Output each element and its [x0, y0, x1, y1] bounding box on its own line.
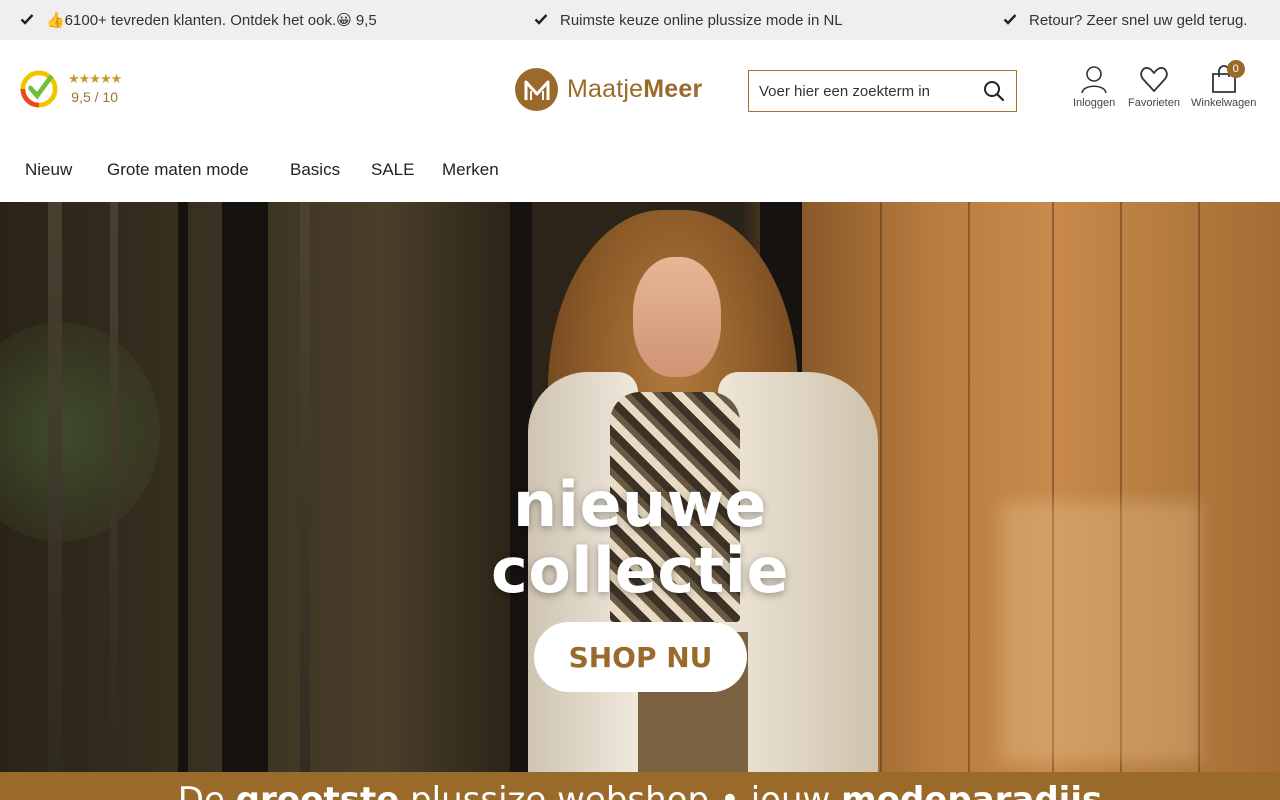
usp-item: Retour? Zeer snel uw geld terug.: [1003, 0, 1247, 40]
usp-bar: 👍6100+ tevreden klanten. Ontdek het ook.…: [0, 0, 1280, 40]
main-nav: Nieuw Grote maten mode Basics SALE Merke…: [0, 140, 1280, 202]
tagline-part1: De: [177, 780, 236, 800]
user-icon: [1081, 66, 1107, 94]
login-label: Inloggen: [1073, 97, 1116, 109]
nav-item-basics[interactable]: Basics: [290, 160, 340, 180]
tagline-text: De grootste plussize webshop • jouw mode…: [0, 780, 1280, 800]
hero-title: nieuwe collectie: [0, 472, 1280, 604]
heart-icon: [1140, 67, 1168, 92]
cart-button[interactable]: 0 Winkelwagen: [1191, 60, 1257, 109]
logo-text-part1: Maatje: [567, 75, 644, 103]
nav-item-nieuw[interactable]: Nieuw: [25, 160, 72, 180]
check-icon: [534, 12, 550, 28]
nav-item-sale[interactable]: SALE: [371, 160, 414, 180]
search-icon[interactable]: [982, 79, 1006, 103]
site-header: ★★★★★ 9,5 / 10 MaatjeMeer Inloggen Favor…: [0, 40, 1280, 140]
tagline-part4: modeparadijs: [841, 780, 1103, 800]
favorites-label: Favorieten: [1128, 97, 1180, 109]
rating-score: 9,5 / 10: [71, 89, 118, 105]
hero-banner[interactable]: nieuwe collectie SHOP NU: [0, 202, 1280, 772]
rating-stars: ★★★★★: [68, 71, 122, 86]
nav-item-merken[interactable]: Merken: [442, 160, 499, 180]
cart-label: Winkelwagen: [1191, 97, 1257, 109]
search-box: [748, 70, 1017, 112]
usp-text: Retour? Zeer snel uw geld terug.: [1029, 11, 1248, 29]
hero-title-line2: collectie: [490, 534, 790, 607]
rating-widget[interactable]: ★★★★★ 9,5 / 10: [20, 70, 122, 108]
logo-mark-icon: [515, 68, 558, 111]
usp-text: 👍6100+ tevreden klanten. Ontdek het ook.…: [46, 12, 377, 29]
site-logo[interactable]: MaatjeMeer: [515, 68, 702, 111]
cart-count-badge: 0: [1226, 60, 1245, 78]
login-button[interactable]: Inloggen: [1073, 64, 1115, 109]
tagline-part3: plussize webshop • jouw: [399, 780, 842, 800]
tagline-banner: De grootste plussize webshop • jouw mode…: [0, 772, 1280, 800]
shop-now-button[interactable]: SHOP NU: [534, 622, 747, 692]
check-icon: [20, 12, 36, 28]
usp-item: 👍6100+ tevreden klanten. Ontdek het ook.…: [20, 0, 377, 40]
rating-badge-icon: [20, 70, 58, 108]
hero-title-line1: nieuwe: [513, 468, 767, 541]
usp-item: Ruimste keuze online plussize mode in NL: [534, 0, 843, 40]
logo-text: MaatjeMeer: [567, 75, 702, 104]
search-input[interactable]: [759, 82, 982, 100]
nav-item-grote-maten-mode[interactable]: Grote maten mode: [107, 160, 249, 180]
logo-text-part2: Meer: [643, 75, 703, 103]
check-icon: [1003, 12, 1019, 28]
tagline-part2: grootste: [235, 780, 400, 800]
usp-text: Ruimste keuze online plussize mode in NL: [560, 11, 843, 29]
favorites-button[interactable]: Favorieten: [1128, 64, 1180, 109]
